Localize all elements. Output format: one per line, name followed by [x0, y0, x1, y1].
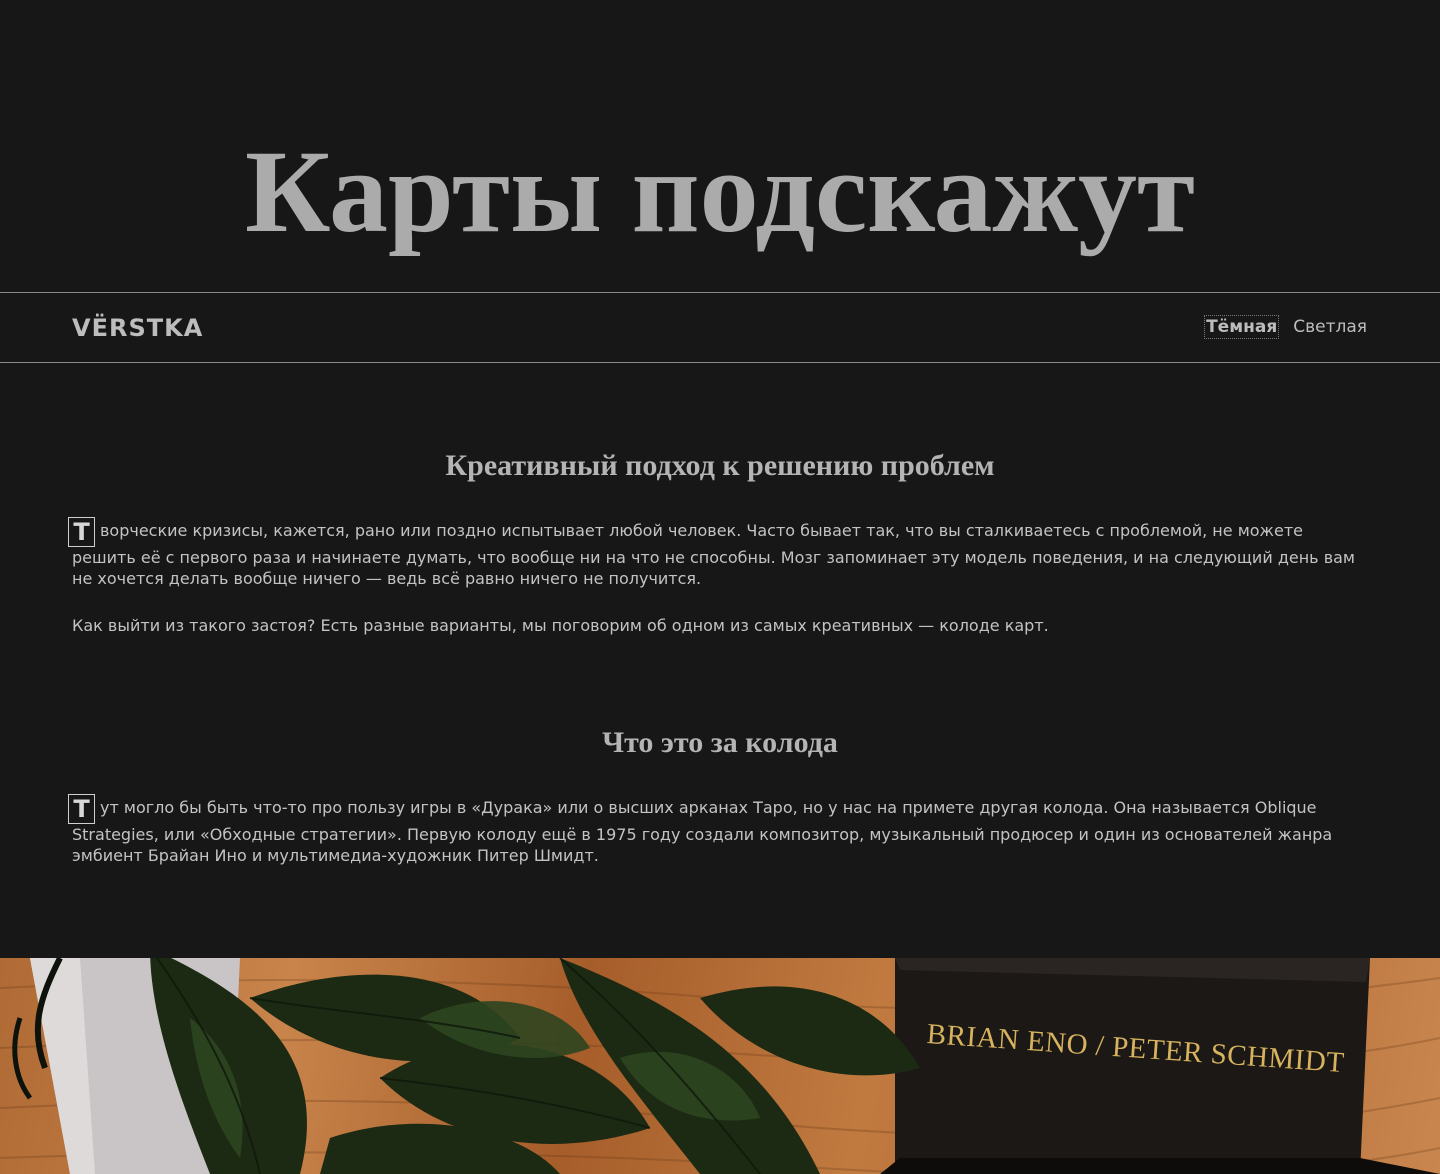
article-paragraph: Творческие кризисы, кажется, рано или по… — [68, 517, 1368, 589]
article-photo: BRIAN ENO / PETER SCHMIDT — [0, 958, 1440, 1174]
section-heading: Креативный подход к решению проблем — [445, 449, 995, 482]
article-paragraph: Тут могло бы быть что-то про пользу игры… — [68, 794, 1368, 866]
paragraph-text: ворческие кризисы, кажется, рано или поз… — [72, 521, 1355, 588]
article-content: Креативный подход к решению проблем Твор… — [0, 362, 1440, 958]
article-paragraph: Как выйти из такого застоя? Есть разные … — [72, 616, 1049, 635]
hero: Карты подскажут — [0, 0, 1440, 292]
logo[interactable]: VЁRSTKA — [72, 312, 203, 344]
theme-dark-button[interactable]: Тёмная — [1204, 315, 1280, 339]
navbar: VЁRSTKA Тёмная Светлая — [0, 292, 1440, 363]
dropcap: Т — [68, 517, 95, 547]
section-heading: Что это за колода — [602, 726, 838, 759]
page-title: Карты подскажут — [244, 126, 1196, 257]
theme-light-button[interactable]: Светлая — [1293, 317, 1367, 337]
theme-switcher: Тёмная Светлая — [1204, 315, 1367, 339]
dropcap: Т — [68, 794, 95, 824]
paragraph-text: ут могло бы быть что-то про пользу игры … — [72, 798, 1333, 865]
